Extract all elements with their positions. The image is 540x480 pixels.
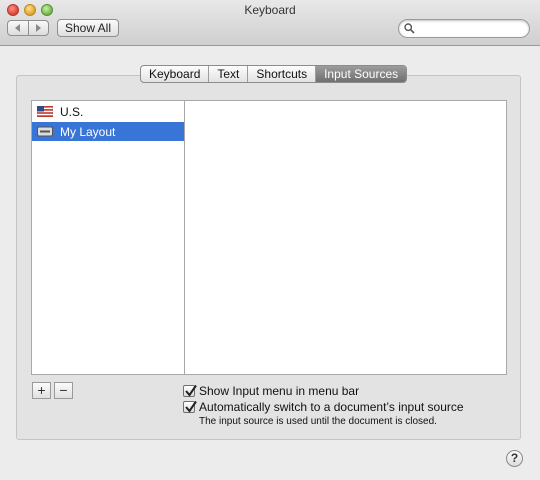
chevron-right-icon: [35, 24, 41, 32]
list-item-us[interactable]: U.S.: [32, 102, 184, 121]
checkmark-icon: [185, 384, 197, 397]
add-input-source-button[interactable]: +: [32, 382, 51, 399]
list-item-label: U.S.: [60, 104, 84, 119]
auto-switch-option[interactable]: Automatically switch to a document’s inp…: [183, 400, 464, 414]
auto-switch-note: The input source is used until the docum…: [199, 416, 437, 427]
input-sources-list[interactable]: U.S. My Layout: [31, 100, 185, 375]
add-remove-controls: + −: [32, 382, 73, 399]
tab-bar: Keyboard Text Shortcuts Input Sources: [140, 65, 408, 83]
chevron-left-icon: [15, 24, 21, 32]
tab-text[interactable]: Text: [209, 66, 249, 82]
show-input-menu-label: Show Input menu in menu bar: [199, 384, 360, 398]
show-input-menu-checkbox[interactable]: [183, 384, 197, 397]
auto-switch-checkbox[interactable]: [183, 400, 197, 413]
search-field[interactable]: [398, 19, 530, 38]
list-item-label: My Layout: [60, 124, 116, 139]
search-icon: [404, 23, 415, 34]
tab-keyboard[interactable]: Keyboard: [141, 66, 210, 82]
checkmark-icon: [185, 400, 197, 413]
keyboard-layout-icon: [37, 126, 53, 137]
list-item-my-layout[interactable]: My Layout: [32, 122, 184, 141]
back-button[interactable]: [8, 21, 29, 35]
remove-input-source-button[interactable]: −: [54, 382, 73, 399]
show-all-button[interactable]: Show All: [57, 19, 119, 37]
input-source-detail: [184, 100, 507, 375]
tab-input-sources[interactable]: Input Sources: [316, 66, 407, 82]
us-flag-icon: [37, 106, 53, 117]
back-forward-control: [7, 20, 49, 36]
auto-switch-label: Automatically switch to a document’s inp…: [199, 400, 464, 414]
tab-shortcuts[interactable]: Shortcuts: [248, 66, 317, 82]
toolbar: Keyboard Show All: [0, 0, 540, 46]
window-title: Keyboard: [244, 3, 296, 17]
help-button[interactable]: ?: [506, 450, 523, 467]
show-input-menu-option[interactable]: Show Input menu in menu bar: [183, 384, 359, 398]
forward-button[interactable]: [29, 21, 49, 35]
